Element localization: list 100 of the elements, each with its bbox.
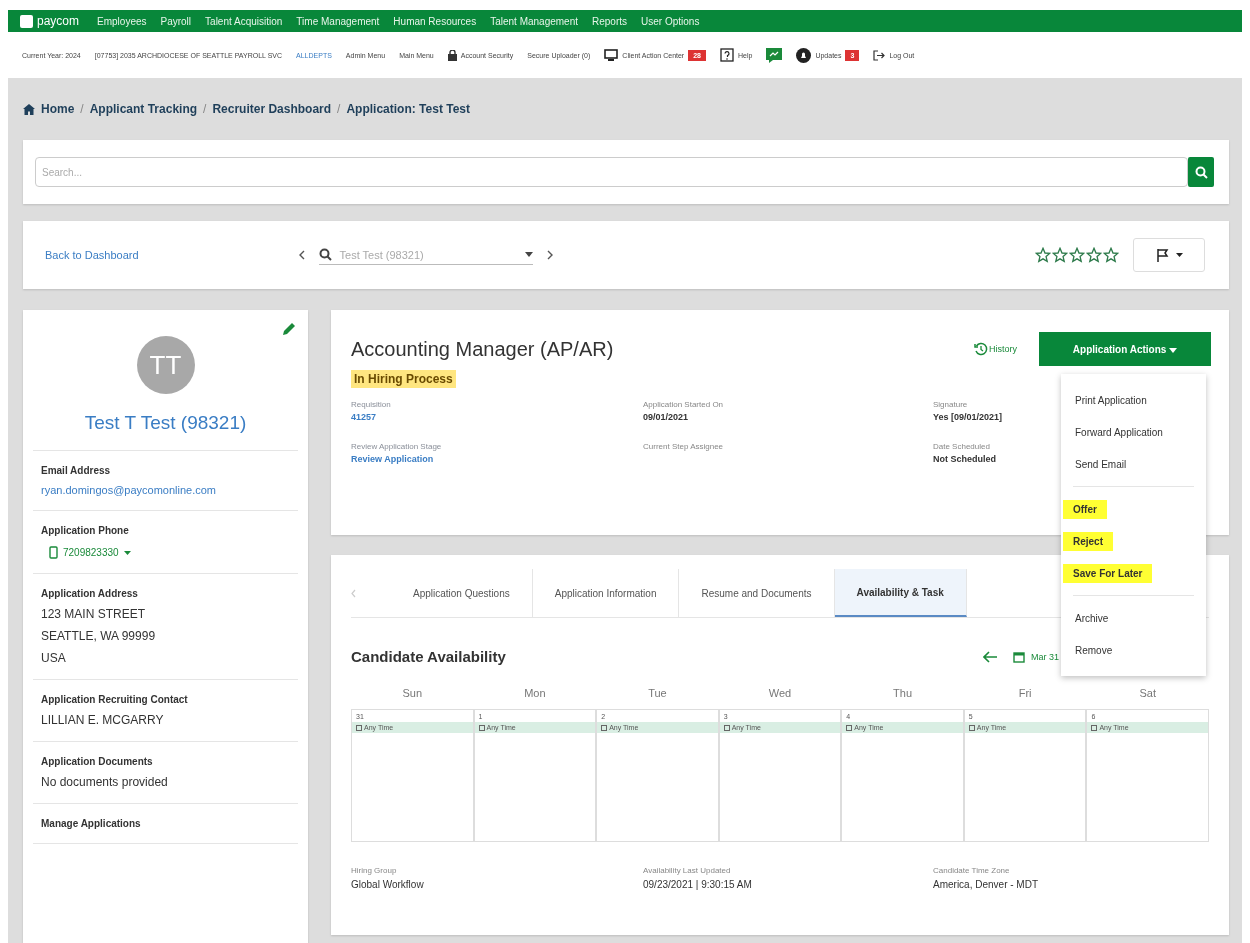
logo-icon: [20, 14, 33, 28]
status-tag: In Hiring Process: [351, 370, 456, 388]
lock-icon: [447, 49, 457, 61]
field-label: Requisition: [351, 400, 391, 409]
phone-icon: [49, 546, 58, 559]
field-label: Application Recruiting Contact: [41, 694, 188, 705]
star-rating[interactable]: [1035, 247, 1119, 263]
menu-item[interactable]: Remove: [1073, 640, 1115, 660]
paycom-logo[interactable]: paycom: [20, 14, 80, 28]
job-title: Accounting Manager (AP/AR): [351, 337, 614, 361]
applicant-name: Test T Test (98321): [84, 412, 247, 434]
menu-item[interactable]: Reject: [1063, 531, 1113, 551]
logout-icon: [873, 49, 886, 61]
caret-icon: [524, 252, 533, 257]
menu-item[interactable]: Print Application: [1073, 390, 1149, 410]
phone-dropdown[interactable]: 7209823330: [49, 546, 131, 559]
field-label: Current Step Assignee: [643, 442, 724, 451]
monitor-icon: [604, 49, 619, 61]
field-value: Yes [09/01/2021]: [933, 412, 1003, 422]
star-icon: [1052, 247, 1068, 263]
menu-item[interactable]: Forward Application: [1073, 422, 1165, 442]
field-value: Not Scheduled: [933, 454, 996, 464]
breadcrumb-separator: /: [80, 102, 84, 116]
field-label: Application Address: [41, 588, 138, 599]
field-label: Application Documents: [41, 756, 153, 767]
updates-icon: [796, 47, 812, 63]
star-icon: [1035, 247, 1051, 263]
weekday-header: Wed: [767, 687, 793, 701]
nav-menu-item[interactable]: Time Management: [296, 15, 380, 27]
help-icon: [720, 48, 734, 62]
star-icon: [1069, 247, 1085, 263]
menu-item[interactable]: Offer: [1063, 499, 1107, 519]
flag-icon: [1155, 248, 1170, 262]
arrow-left-icon[interactable]: [983, 650, 997, 663]
menu-item[interactable]: Save For Later: [1063, 563, 1153, 583]
menu-item[interactable]: Archive: [1073, 608, 1111, 628]
flag-dropdown-button[interactable]: [1133, 238, 1205, 272]
weekday-header: Tue: [647, 687, 668, 701]
calendar-icon: [356, 724, 362, 731]
avatar: TT: [136, 336, 195, 394]
field-value: America, Denver - MDT: [933, 879, 1039, 890]
field-value: Global Workflow: [351, 879, 425, 890]
field-value: 123 MAIN STREET: [41, 607, 146, 621]
back-to-dashboard-link[interactable]: Back to Dashboard: [45, 249, 139, 261]
field-link[interactable]: Review Application: [351, 454, 434, 464]
calendar-icon: [723, 724, 730, 731]
field-value: SEATTLE, WA 99999: [41, 629, 156, 643]
field-label: Date Scheduled: [933, 442, 990, 451]
field-value: 09/01/2021: [643, 412, 689, 422]
field-link[interactable]: 41257: [351, 412, 377, 422]
field-label: Hiring Group: [351, 866, 398, 875]
star-icon: [1103, 247, 1119, 263]
application-actions-button[interactable]: Application Actions: [1039, 332, 1211, 366]
nav-menu-item[interactable]: User Options: [641, 15, 700, 27]
breadcrumb-link[interactable]: Recruiter Dashboard: [212, 102, 332, 116]
nav-menu-item[interactable]: Human Resources: [393, 15, 477, 27]
field-label: Email Address: [41, 465, 111, 476]
chat-icon[interactable]: [766, 47, 783, 63]
weekday-header: Fri: [1017, 687, 1033, 701]
field-label: Candidate Time Zone: [933, 866, 1011, 875]
field-value: LILLIAN E. MCGARRY: [41, 713, 164, 727]
breadcrumb-link[interactable]: Home: [41, 102, 75, 116]
field-label: Application Phone: [41, 525, 129, 536]
breadcrumb-link[interactable]: Applicant Tracking: [89, 102, 198, 116]
email-link[interactable]: ryan.domingos@paycomonline.com: [41, 484, 217, 496]
breadcrumb-link[interactable]: Application: Test Test: [346, 102, 470, 116]
breadcrumb-separator: /: [337, 102, 341, 116]
calendar-icon: [601, 724, 608, 731]
search-button[interactable]: [1188, 157, 1214, 187]
date-picker-button[interactable]: Mar 31: [1013, 650, 1059, 663]
nav-menu-item[interactable]: Reports: [592, 15, 628, 27]
menu-item[interactable]: Send Email: [1073, 454, 1129, 474]
home-icon[interactable]: [23, 103, 35, 115]
search-field[interactable]: Search...: [35, 157, 1188, 187]
field-label: Availability Last Updated: [643, 866, 732, 875]
nav-menu-item[interactable]: Employees: [97, 15, 147, 27]
caret-icon: [123, 550, 131, 555]
history-icon: [974, 342, 988, 356]
field-label: Signature: [933, 400, 968, 409]
calendar-icon: [968, 724, 975, 731]
nav-menu-item[interactable]: Talent Acquisition: [205, 15, 283, 27]
history-link[interactable]: History: [974, 342, 1017, 356]
nav-menu-item[interactable]: Talent Management: [490, 15, 578, 27]
weekday-header: Sun: [401, 687, 424, 701]
nav-menu-item[interactable]: Payroll: [160, 15, 192, 27]
tab[interactable]: Availability & Task: [834, 569, 967, 617]
caret-icon: [1175, 253, 1183, 257]
field-label: Application Started On: [643, 400, 724, 409]
star-icon: [1086, 247, 1102, 263]
search-icon: [1194, 165, 1208, 179]
edit-icon[interactable]: [282, 322, 296, 336]
field-value: USA: [41, 651, 66, 665]
field-value: No documents provided: [41, 775, 168, 789]
caret-icon: [1169, 347, 1178, 353]
breadcrumb-separator: /: [203, 102, 207, 116]
search-icon: [318, 248, 332, 261]
field-label: Review Application Stage: [351, 442, 442, 451]
weekday-header: Thu: [892, 687, 914, 701]
weekday-header: Mon: [523, 687, 547, 701]
field-label: Manage Applications: [41, 818, 141, 829]
